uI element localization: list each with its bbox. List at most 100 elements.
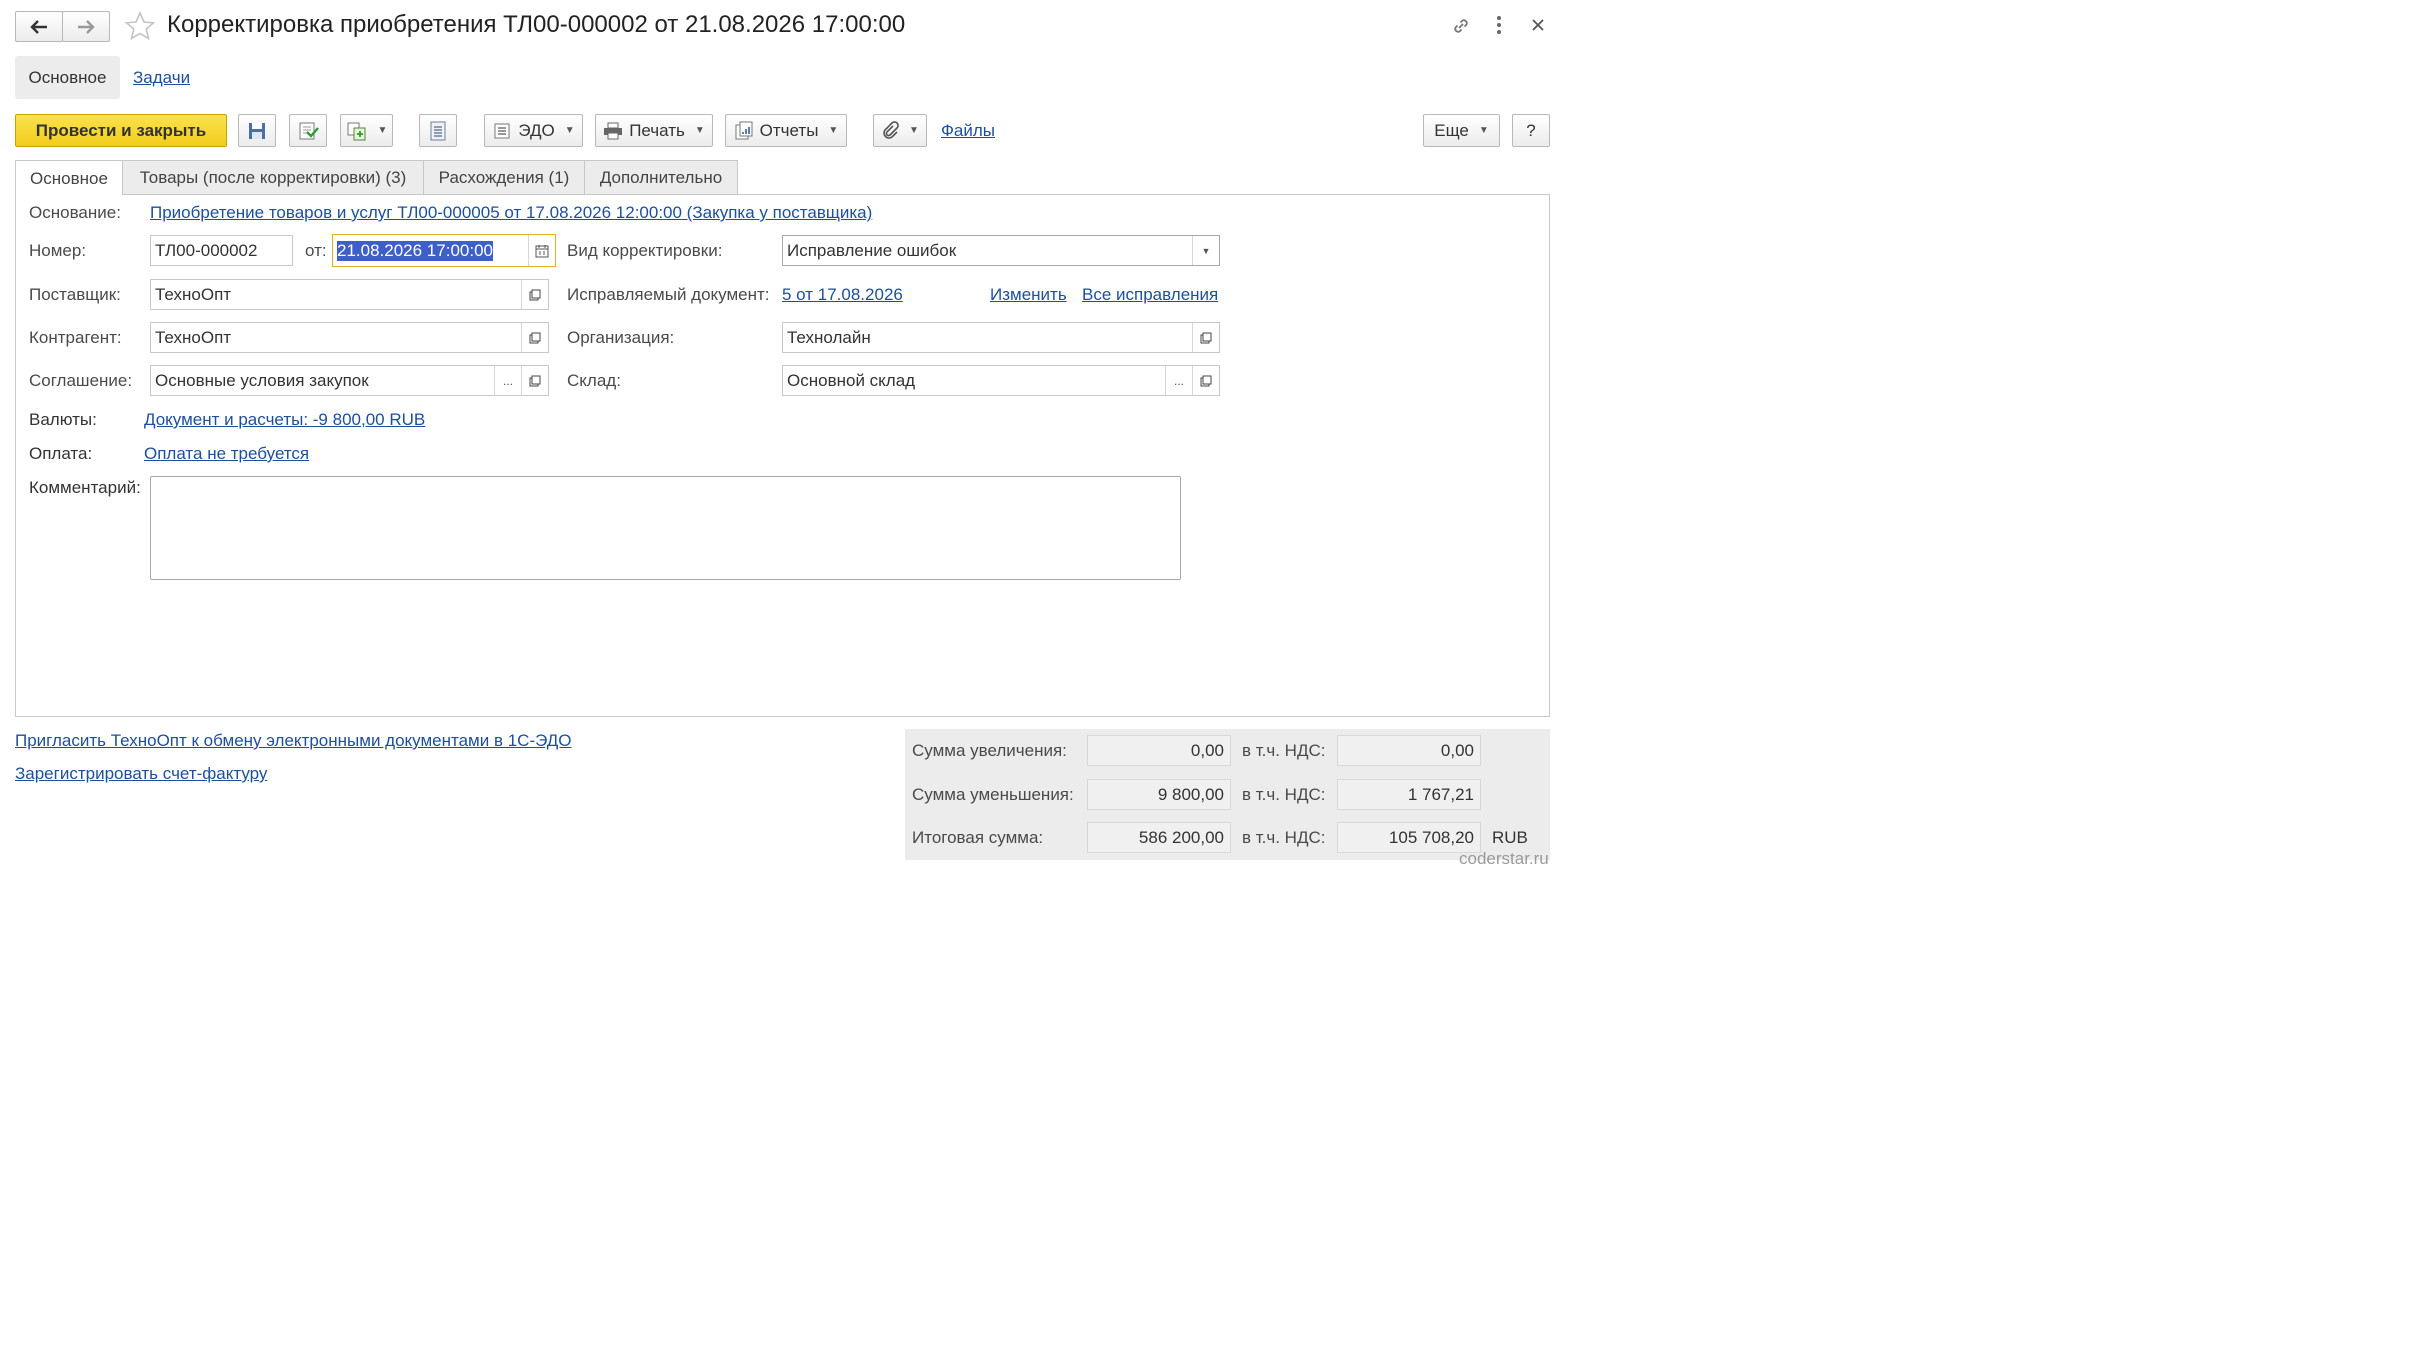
open-external-icon — [529, 289, 541, 300]
total-currency: RUB — [1492, 828, 1528, 847]
edo-button[interactable]: ЭДО ▼ — [484, 114, 583, 147]
tab-label: Расхождения (1) — [438, 168, 570, 187]
more-button[interactable]: Еще ▼ — [1423, 114, 1500, 147]
select-agreement-button[interactable]: ... — [494, 366, 521, 395]
currency-label: Валюты: — [29, 410, 97, 429]
print-button[interactable]: Печать ▼ — [595, 114, 713, 147]
open-counterparty-button[interactable] — [521, 323, 548, 352]
tab-panel-joint — [16, 193, 122, 196]
help-label: ? — [1526, 120, 1536, 140]
correction-type-value: Исправление ошибок — [787, 240, 957, 260]
counterparty-field[interactable]: ТехноОпт — [150, 322, 549, 353]
post-document-icon — [299, 122, 319, 139]
watermark: coderstar.ru — [1459, 849, 1549, 868]
number-value: ТЛ00-000002 — [155, 240, 258, 260]
calendar-button[interactable] — [528, 235, 555, 266]
post-button[interactable] — [289, 114, 327, 147]
total-label: Итоговая сумма: — [912, 828, 1044, 847]
select-warehouse-button[interactable]: ... — [1165, 366, 1192, 395]
floppy-disk-icon — [249, 122, 265, 139]
open-organization-button[interactable] — [1192, 323, 1219, 352]
section-tab-main[interactable]: Основное — [15, 56, 120, 99]
date-field[interactable]: 21.08.2026 17:00:00 — [332, 234, 556, 267]
from-label: от: — [305, 241, 327, 260]
more-label: Еще — [1434, 120, 1469, 140]
open-external-icon — [529, 375, 541, 386]
change-link[interactable]: Изменить — [990, 285, 1067, 305]
comment-textarea[interactable] — [150, 476, 1181, 580]
forward-button[interactable] — [62, 11, 110, 42]
open-agreement-button[interactable] — [521, 366, 548, 395]
link-icon[interactable] — [1450, 15, 1472, 42]
agreement-value: Основные условия закупок — [155, 370, 369, 390]
arrow-left-icon — [30, 19, 47, 34]
chevron-down-icon: ▼ — [564, 125, 575, 136]
supplier-field[interactable]: ТехноОпт — [150, 279, 549, 310]
correction-type-label: Вид корректировки: — [567, 241, 723, 260]
supplier-label: Поставщик: — [29, 285, 121, 304]
invite-edo-link[interactable]: Пригласить ТехноОпт к обмену электронным… — [15, 731, 572, 751]
create-based-on-button[interactable]: ▼ — [340, 114, 393, 147]
correction-type-select[interactable]: Исправление ошибок ▼ — [782, 235, 1220, 266]
increase-label: Сумма увеличения: — [912, 741, 1067, 760]
close-icon[interactable] — [1530, 17, 1546, 38]
counterparty-value: ТехноОпт — [155, 327, 232, 347]
window-title: Корректировка приобретения ТЛ00-000002 о… — [167, 11, 906, 38]
open-external-icon — [1200, 375, 1212, 386]
tab-label: Товары (после корректировки) (3) — [139, 168, 407, 187]
back-button[interactable] — [15, 11, 63, 42]
basis-link[interactable]: Приобретение товаров и услуг ТЛ00-000005… — [150, 203, 872, 223]
decrease-vat-value: 1 767,21 — [1337, 779, 1481, 810]
increase-value: 0,00 — [1087, 735, 1231, 766]
tab-label: Дополнительно — [599, 168, 723, 187]
tab-discrepancies[interactable]: Расхождения (1) — [423, 160, 585, 195]
chevron-down-icon: ▼ — [694, 125, 705, 136]
favorite-star-icon[interactable] — [124, 10, 156, 47]
number-label: Номер: — [29, 241, 87, 260]
register-invoice-link[interactable]: Зарегистрировать счет-фактуру — [15, 764, 267, 784]
corrected-doc-link[interactable]: 5 от 17.08.2026 — [782, 285, 903, 305]
open-warehouse-button[interactable] — [1192, 366, 1219, 395]
arrow-right-icon — [78, 19, 95, 34]
number-field[interactable]: ТЛ00-000002 — [150, 235, 293, 266]
reports-icon — [735, 121, 753, 139]
tab-goods-after-correction[interactable]: Товары (после корректировки) (3) — [122, 160, 424, 195]
basis-label: Основание: — [29, 203, 121, 222]
organization-value: Технолайн — [787, 327, 871, 347]
agreement-field[interactable]: Основные условия закупок ... — [150, 365, 549, 396]
attach-button[interactable]: ▼ — [873, 114, 927, 147]
more-vertical-icon[interactable] — [1492, 14, 1506, 41]
currency-link[interactable]: Документ и расчеты: -9 800,00 RUB — [144, 410, 425, 430]
post-and-close-button[interactable]: Провести и закрыть — [15, 114, 227, 147]
save-button[interactable] — [238, 114, 276, 147]
warehouse-field[interactable]: Основной склад ... — [782, 365, 1220, 396]
tab-additional[interactable]: Дополнительно — [584, 160, 738, 195]
chevron-down-icon: ▼ — [909, 125, 919, 136]
date-value: 21.08.2026 17:00:00 — [337, 240, 493, 261]
open-supplier-button[interactable] — [521, 280, 548, 309]
open-external-icon — [1200, 332, 1212, 343]
files-link[interactable]: Файлы — [941, 121, 995, 141]
organization-field[interactable]: Технолайн — [782, 322, 1220, 353]
section-tab-tasks[interactable]: Задачи — [133, 68, 190, 88]
edo-icon — [494, 123, 510, 138]
post-and-close-label: Провести и закрыть — [35, 120, 207, 140]
reports-button[interactable]: Отчеты ▼ — [725, 114, 847, 147]
decrease-label: Сумма уменьшения: — [912, 785, 1074, 804]
help-button[interactable]: ? — [1512, 114, 1550, 147]
document-journal-button[interactable] — [419, 114, 457, 147]
comment-label: Комментарий: — [29, 478, 141, 497]
printer-icon — [604, 122, 623, 139]
print-label: Печать — [629, 120, 685, 140]
decrease-vat-label: в т.ч. НДС: — [1242, 785, 1326, 804]
chevron-down-icon: ▼ — [1478, 125, 1489, 136]
payment-link[interactable]: Оплата не требуется — [144, 444, 309, 464]
total-value: 586 200,00 — [1087, 822, 1231, 853]
paperclip-icon — [883, 120, 899, 139]
chevron-down-icon: ▼ — [828, 125, 839, 136]
create-based-on-icon — [347, 122, 366, 140]
all-corrections-link[interactable]: Все исправления — [1082, 285, 1218, 305]
document-list-icon — [430, 121, 446, 140]
chevron-down-icon[interactable]: ▼ — [1192, 236, 1219, 265]
tab-main[interactable]: Основное — [15, 160, 123, 196]
